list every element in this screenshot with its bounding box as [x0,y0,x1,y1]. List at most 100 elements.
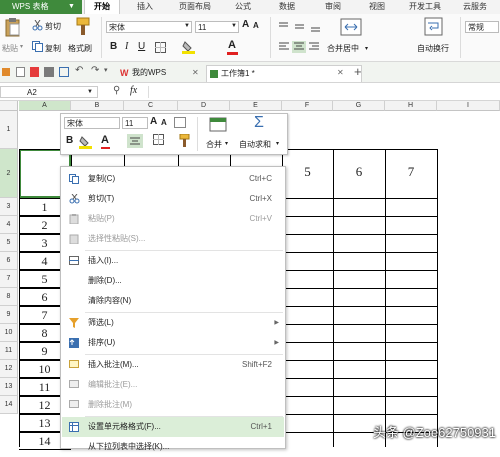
column-header[interactable]: C [124,101,178,111]
number-format-select[interactable]: 常规 [465,21,499,33]
wrap-text-button[interactable]: 自动换行 [417,43,449,54]
chevron-down-icon[interactable]: ▼ [184,23,190,29]
fill-color-icon[interactable] [79,135,93,149]
decrease-font-icon[interactable]: A [253,21,259,30]
vertical-align-icon[interactable] [278,21,338,33]
new-file-icon[interactable] [16,67,25,77]
mini-font-size-select[interactable]: 11 [122,117,148,129]
tab-insert[interactable]: 插入 [128,0,162,14]
pdf-icon[interactable] [30,67,39,77]
row-header[interactable]: 4 [0,216,18,234]
row-header[interactable]: 8 [0,288,18,306]
increase-font-icon[interactable]: A [242,19,249,30]
italic-icon[interactable]: I [125,41,128,52]
chevron-down-icon[interactable]: ▼ [231,23,237,29]
format-painter-icon[interactable] [178,134,190,148]
row-header[interactable]: 3 [0,198,18,216]
paste-icon[interactable] [4,17,22,37]
tab-formulas[interactable]: 公式 [228,0,258,14]
row-header[interactable]: 2 [0,149,18,198]
undo-icon[interactable]: ↶ [75,65,83,76]
row-header[interactable]: 7 [0,270,18,288]
select-all-corner[interactable] [0,101,18,111]
wrap-text-icon[interactable] [424,17,444,37]
print-preview-icon[interactable] [59,67,69,77]
merge-center-icon[interactable] [340,17,362,37]
mini-font-name-select[interactable]: 宋体 [64,117,120,129]
align-center-icon[interactable] [127,134,143,148]
row-header[interactable]: 11 [0,342,18,360]
merge-button[interactable]: 合并 [206,139,222,150]
format-painter-icon[interactable] [74,17,92,37]
row-header[interactable]: 9 [0,306,18,324]
menu-item-copy[interactable]: 复制(C) Ctrl+C [62,169,284,189]
menu-item-insert-comment[interactable]: 插入批注(M)... Shift+F2 [62,355,284,375]
row-header[interactable]: 14 [0,396,18,414]
sigma-icon[interactable]: Σ [254,114,264,132]
app-menu-button[interactable]: WPS 表格 ▼ [0,0,82,14]
redo-icon[interactable]: ↷ [91,65,99,76]
formula-input[interactable] [148,86,500,98]
column-header[interactable]: F [282,101,333,111]
menu-item-paste[interactable]: 粘贴(P) Ctrl+V [62,209,284,229]
table-cell[interactable]: 7 [385,164,437,180]
add-tab-icon[interactable]: + [354,64,362,79]
close-icon[interactable]: ✕ [337,68,344,77]
cut-button[interactable]: 剪切 [45,21,61,32]
print-icon[interactable] [44,67,54,77]
tab-review[interactable]: 审阅 [318,0,348,14]
decrease-font-icon[interactable]: A [161,118,167,127]
row-header[interactable]: 13 [0,378,18,396]
tab-home[interactable]: 开始 [84,0,120,14]
tab-cloud[interactable]: 云服务 [455,0,495,14]
fill-color-icon[interactable] [182,40,196,54]
close-icon[interactable]: ✕ [192,68,199,77]
name-box[interactable]: A2 ▼ [0,86,98,98]
menu-item-delete[interactable]: 删除(D)... [62,271,284,291]
tab-data[interactable]: 数据 [272,0,302,14]
paste-label[interactable]: 粘贴 [2,43,18,54]
row-header[interactable]: 5 [0,234,18,252]
tab-my-wps[interactable]: W 我的WPS [118,65,202,81]
tab-developer[interactable]: 开发工具 [402,0,448,14]
tab-view[interactable]: 视图 [362,0,392,14]
menu-item-cut[interactable]: 剪切(T) Ctrl+X [62,189,284,209]
increase-font-icon[interactable]: A [150,116,157,127]
font-name-select[interactable]: 宋体 [106,21,192,33]
column-header[interactable]: D [178,101,230,111]
row-header[interactable]: 10 [0,324,18,342]
folder-icon[interactable] [2,68,10,76]
chevron-down-icon[interactable]: ▾ [104,66,108,74]
row-header[interactable]: 12 [0,360,18,378]
menu-item-sort[interactable]: 排序(U) ▶ [62,333,284,353]
merge-center-button[interactable]: 合并居中 [327,43,359,54]
column-header[interactable]: I [437,101,500,111]
bold-icon[interactable]: B [66,135,73,146]
format-painter-button[interactable]: 格式刷 [68,43,92,54]
font-color-icon[interactable]: A [228,39,236,51]
column-header[interactable]: B [71,101,124,111]
row-header[interactable]: 1 [0,111,18,149]
menu-item-format-cells[interactable]: 设置单元格格式(F)... Ctrl+1 [62,417,284,437]
format-icon[interactable] [174,117,186,128]
table-cell[interactable]: 6 [333,164,385,180]
menu-item-insert[interactable]: 插入(I)... [62,251,284,271]
merge-icon[interactable] [209,117,227,133]
column-header[interactable]: A [19,101,71,111]
menu-item-edit-comment[interactable]: 编辑批注(E)... [62,375,284,395]
border-icon[interactable] [155,42,167,54]
column-header[interactable]: H [385,101,437,111]
border-icon[interactable] [153,134,165,146]
menu-item-pick-from-list[interactable]: 从下拉列表中选择(K)... [62,437,284,457]
menu-item-paste-special[interactable]: 选择性粘贴(S)... [62,229,284,249]
menu-item-filter[interactable]: 筛选(L) ▶ [62,313,284,333]
font-color-icon[interactable]: A [101,134,109,146]
menu-item-clear-contents[interactable]: 清除内容(N) [62,291,284,311]
column-header[interactable]: E [230,101,282,111]
tab-page-layout[interactable]: 页面布局 [170,0,220,14]
autosum-button[interactable]: 自动求和 [239,139,271,150]
copy-button[interactable]: 复制 [45,43,61,54]
underline-icon[interactable]: U [138,41,145,52]
zoom-icon[interactable]: ⚲ [113,85,120,96]
row-header[interactable]: 6 [0,252,18,270]
